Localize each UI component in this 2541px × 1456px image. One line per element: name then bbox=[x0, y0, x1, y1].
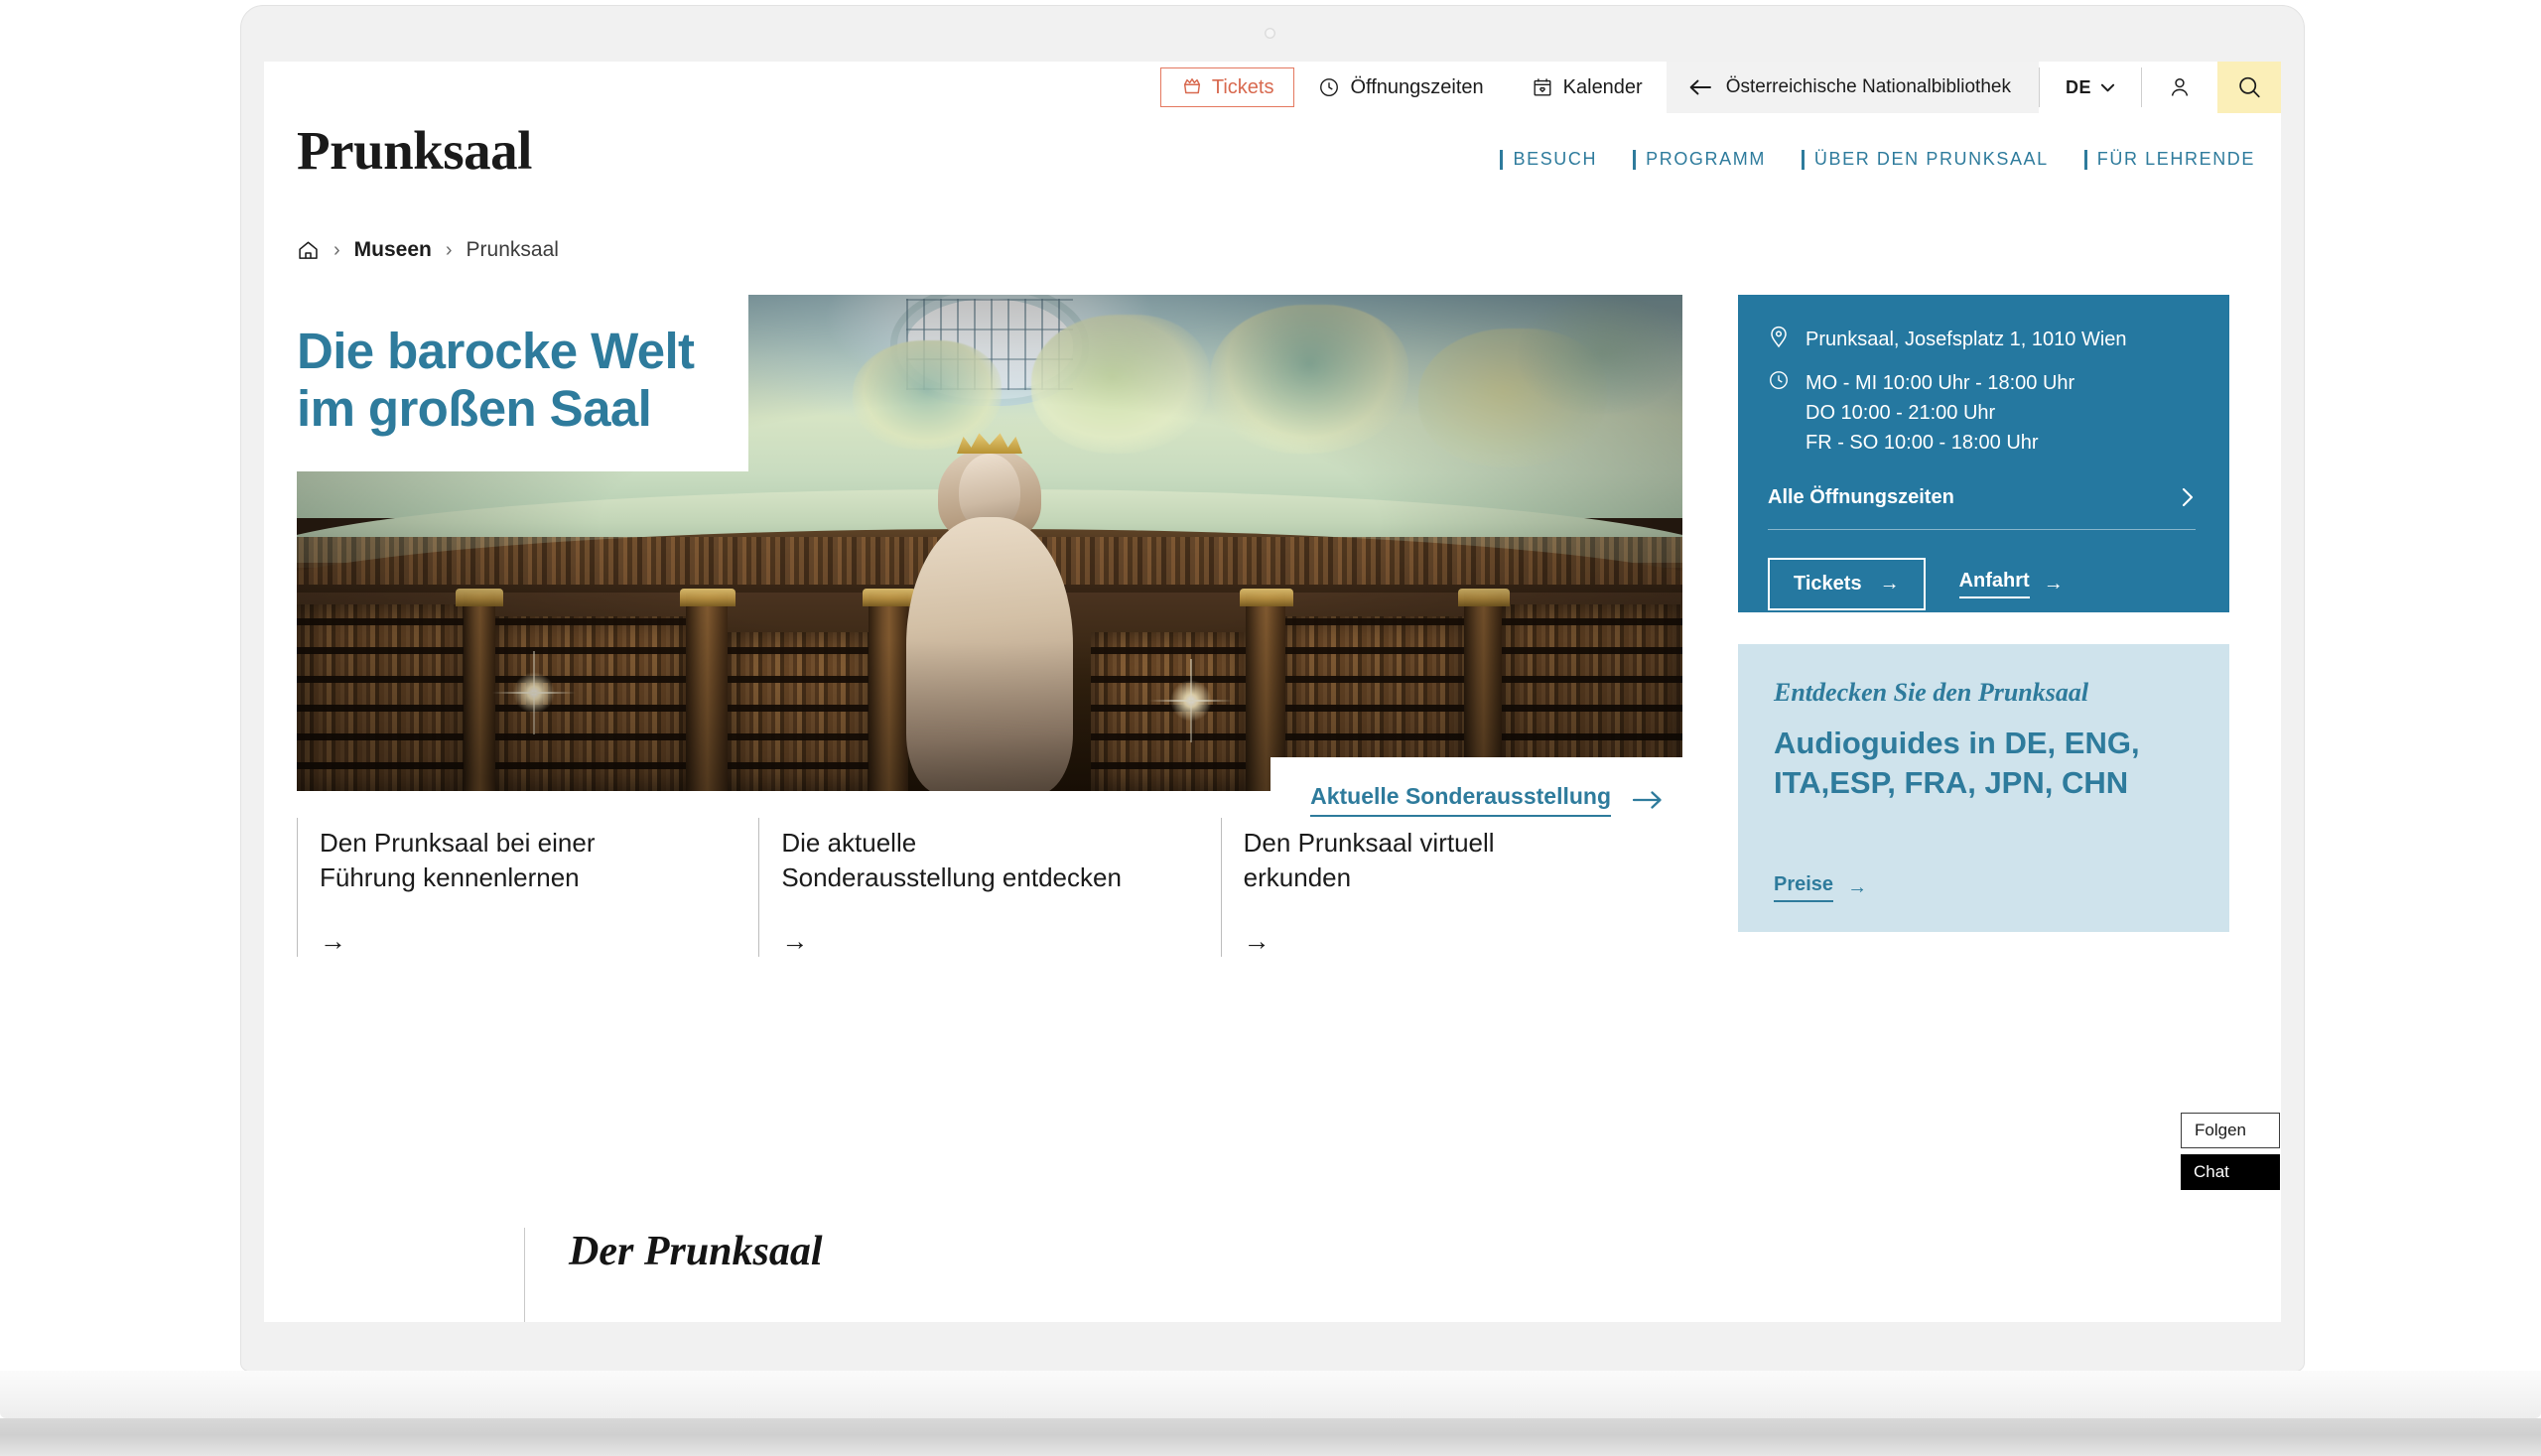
language-selector[interactable]: DE bbox=[2040, 62, 2141, 113]
teaser-label: Den Prunksaal virtuell erkunden bbox=[1243, 828, 1495, 893]
user-icon bbox=[2168, 75, 2192, 99]
chevron-right-icon bbox=[2181, 485, 2196, 509]
page-title: Die barocke Welt im großen Saal bbox=[297, 323, 695, 438]
arrow-left-icon bbox=[1688, 78, 1712, 96]
hero-title-box: Die barocke Welt im großen Saal bbox=[297, 295, 748, 471]
clock-icon bbox=[1768, 368, 1790, 392]
main-navigation: BESUCH PROGRAMM ÜBER DEN PRUNKSAAL FÜR L… bbox=[1500, 149, 2255, 170]
arrow-right-icon: → bbox=[1847, 876, 1868, 898]
brand-row: Prunksaal BESUCH PROGRAMM ÜBER DEN PRUNK… bbox=[264, 113, 2281, 204]
hero-section: Die barocke Welt im großen Saal Aktuelle… bbox=[297, 295, 1692, 843]
nav-bar-mark-icon bbox=[1801, 149, 1805, 170]
nav-bar-mark-icon bbox=[2083, 149, 2087, 170]
arrow-right-icon: → bbox=[1879, 573, 1900, 595]
audioguide-prices-label: Preise bbox=[1774, 873, 1834, 902]
chevron-down-icon bbox=[2100, 82, 2115, 93]
nav-item-label: PROGRAMM bbox=[1646, 149, 1766, 169]
audioguide-card-text: Entdecken Sie den Prunksaal Audioguides … bbox=[1774, 678, 2194, 802]
calendar-icon bbox=[1532, 76, 1553, 98]
tickets-button-label: Tickets bbox=[1211, 75, 1274, 98]
teaser-links: Den Prunksaal bei einer Führung kennenle… bbox=[297, 818, 1682, 957]
breadcrumb-separator: › bbox=[334, 238, 340, 261]
search-icon bbox=[2236, 74, 2262, 100]
utility-bar: Tickets Öffnungszeiten Kalender Österrei… bbox=[264, 62, 2281, 113]
breadcrumb-item-prunksaal: Prunksaal bbox=[466, 238, 559, 261]
current-exhibition-label: Aktuelle Sonderausstellung bbox=[1310, 783, 1611, 817]
nav-item-label: BESUCH bbox=[1513, 149, 1598, 169]
teaser-label: Den Prunksaal bei einer Führung kennenle… bbox=[320, 828, 596, 893]
map-pin-icon bbox=[1768, 325, 1790, 348]
nav-item-fuer-lehrende[interactable]: FÜR LEHRENDE bbox=[2083, 149, 2255, 170]
article-title: Der Prunksaal bbox=[569, 1229, 823, 1274]
card-route-label: Anfahrt bbox=[1958, 570, 2030, 598]
audioguide-prices-link[interactable]: Preise → bbox=[1774, 873, 2194, 902]
nav-item-label: ÜBER DEN PRUNKSAAL bbox=[1813, 149, 2049, 169]
home-icon[interactable] bbox=[297, 239, 320, 262]
opening-hours-label: Öffnungszeiten bbox=[1350, 75, 1484, 98]
breadcrumb: › Museen › Prunksaal bbox=[297, 238, 559, 262]
breadcrumb-item-museen[interactable]: Museen bbox=[354, 238, 432, 262]
practical-info-card: Prunksaal, Josefsplatz 1, 1010 Wien MO -… bbox=[1738, 295, 2229, 612]
teaser-label: Die aktuelle Sonderausstellung entdecken bbox=[781, 828, 1122, 893]
address-text: Prunksaal, Josefsplatz 1, 1010 Wien bbox=[1805, 329, 2127, 350]
opening-hours-link[interactable]: Öffnungszeiten bbox=[1294, 62, 1507, 113]
teaser-special-exhibition[interactable]: Die aktuelle Sonderausstellung entdecken… bbox=[758, 818, 1220, 957]
calendar-label: Kalender bbox=[1562, 75, 1643, 98]
ticket-icon bbox=[1181, 76, 1203, 98]
breadcrumb-separator: › bbox=[445, 238, 453, 261]
arrow-right-icon: → bbox=[320, 925, 346, 956]
floating-widget-stack: Folgen Chat bbox=[2181, 1113, 2280, 1190]
site-logo[interactable]: Prunksaal bbox=[297, 119, 532, 182]
arrow-right-icon: → bbox=[781, 925, 809, 956]
audioguide-title: Audioguides in DE, ENG, ITA,ESP, FRA, JP… bbox=[1774, 726, 2140, 800]
clock-icon bbox=[1318, 76, 1340, 98]
back-to-onb-label: Österreichische Nationalbibliothek bbox=[1725, 76, 2011, 97]
follow-widget-button[interactable]: Folgen bbox=[2181, 1113, 2280, 1148]
account-button[interactable] bbox=[2142, 62, 2217, 113]
language-selector-value: DE bbox=[2065, 76, 2091, 97]
tickets-button[interactable]: Tickets bbox=[1159, 67, 1295, 107]
practical-card-actions: Tickets → Anfahrt → bbox=[1768, 558, 2196, 610]
nav-item-label: FÜR LEHRENDE bbox=[2096, 149, 2255, 169]
hours-text: MO - MI 10:00 Uhr - 18:00 Uhr DO 10:00 -… bbox=[1805, 372, 2075, 454]
nav-bar-mark-icon bbox=[1633, 149, 1637, 170]
arrow-right-icon bbox=[1632, 790, 1663, 810]
audioguide-card[interactable]: Entdecken Sie den Prunksaal Audioguides … bbox=[1738, 644, 2229, 932]
nav-item-ueber-den-prunksaal[interactable]: ÜBER DEN PRUNKSAAL bbox=[1801, 149, 2049, 170]
search-button[interactable] bbox=[2217, 62, 2281, 113]
laptop-base bbox=[0, 1371, 2541, 1418]
laptop-foot bbox=[0, 1418, 2541, 1456]
audioguide-kicker: Entdecken Sie den Prunksaal bbox=[1774, 678, 2089, 707]
browser-viewport: Tickets Öffnungszeiten Kalender Österrei… bbox=[264, 62, 2281, 1322]
hours-row: MO - MI 10:00 Uhr - 18:00 Uhr DO 10:00 -… bbox=[1768, 368, 2196, 458]
nav-item-besuch[interactable]: BESUCH bbox=[1500, 149, 1597, 170]
card-tickets-button[interactable]: Tickets → bbox=[1768, 558, 1926, 610]
all-opening-hours-label: Alle Öffnungszeiten bbox=[1768, 485, 1954, 508]
all-opening-hours-link[interactable]: Alle Öffnungszeiten bbox=[1768, 471, 2196, 530]
teaser-virtual-tour[interactable]: Den Prunksaal virtuell erkunden → bbox=[1220, 818, 1682, 957]
calendar-link[interactable]: Kalender bbox=[1508, 62, 1667, 113]
card-tickets-label: Tickets bbox=[1794, 573, 1862, 595]
arrow-right-icon: → bbox=[2043, 573, 2064, 595]
arrow-right-icon: → bbox=[1243, 925, 1270, 956]
back-to-onb-link[interactable]: Österreichische Nationalbibliothek bbox=[1666, 62, 2039, 113]
address-row: Prunksaal, Josefsplatz 1, 1010 Wien bbox=[1768, 325, 2196, 354]
teaser-guided-tour[interactable]: Den Prunksaal bei einer Führung kennenle… bbox=[297, 818, 758, 957]
laptop-camera bbox=[1265, 28, 1275, 39]
chat-widget-button[interactable]: Chat bbox=[2181, 1154, 2280, 1190]
article-section: Der Prunksaal – als Teil der ehemaligen … bbox=[524, 1228, 1973, 1322]
nav-item-programm[interactable]: PROGRAMM bbox=[1633, 149, 1766, 170]
current-exhibition-link[interactable]: Aktuelle Sonderausstellung bbox=[1310, 783, 1663, 817]
laptop-mockup-scene: Tickets Öffnungszeiten Kalender Österrei… bbox=[0, 0, 2541, 1456]
card-route-link[interactable]: Anfahrt → bbox=[1958, 570, 2064, 598]
nav-bar-mark-icon bbox=[1500, 149, 1504, 170]
